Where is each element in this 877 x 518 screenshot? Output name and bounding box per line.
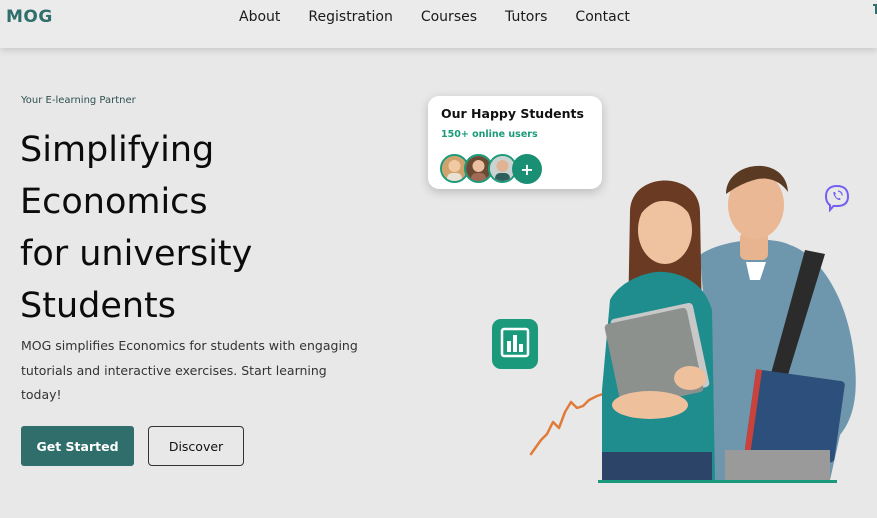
- card-title: Our Happy Students: [441, 106, 584, 121]
- headline-line-4: Students: [20, 286, 177, 326]
- headline-line-3: for university: [20, 234, 253, 274]
- nav-item-registration[interactable]: Registration: [308, 9, 392, 25]
- headline-line-2: Economics: [20, 182, 208, 222]
- nav-item-courses[interactable]: Courses: [421, 9, 477, 25]
- menu-edge-icon[interactable]: [873, 4, 877, 14]
- hero-description: MOG simplifies Economics for students wi…: [21, 338, 358, 402]
- hero-headline: Simplifying Economics for university Stu…: [20, 124, 252, 332]
- logo[interactable]: MOG: [6, 7, 53, 27]
- bar-chart-icon: [492, 319, 538, 369]
- get-started-button[interactable]: Get Started: [21, 426, 134, 466]
- students-photo: [602, 165, 856, 480]
- nav-links: About Registration Courses Tutors Contac…: [239, 9, 630, 25]
- plus-icon[interactable]: +: [512, 154, 542, 184]
- discover-button[interactable]: Discover: [148, 426, 244, 466]
- headline-line-1: Simplifying: [20, 130, 215, 170]
- nav-item-contact[interactable]: Contact: [575, 9, 629, 25]
- photo-base-line: [598, 480, 837, 483]
- happy-students-card: Our Happy Students 150+ online users +: [428, 96, 602, 189]
- navbar: MOG About Registration Courses Tutors Co…: [0, 0, 877, 48]
- card-subtitle: 150+ online users: [441, 129, 538, 140]
- hero-tagline: Your E-learning Partner: [21, 95, 136, 106]
- avatar-group: +: [440, 154, 542, 184]
- nav-item-about[interactable]: About: [239, 9, 280, 25]
- nav-item-tutors[interactable]: Tutors: [505, 9, 547, 25]
